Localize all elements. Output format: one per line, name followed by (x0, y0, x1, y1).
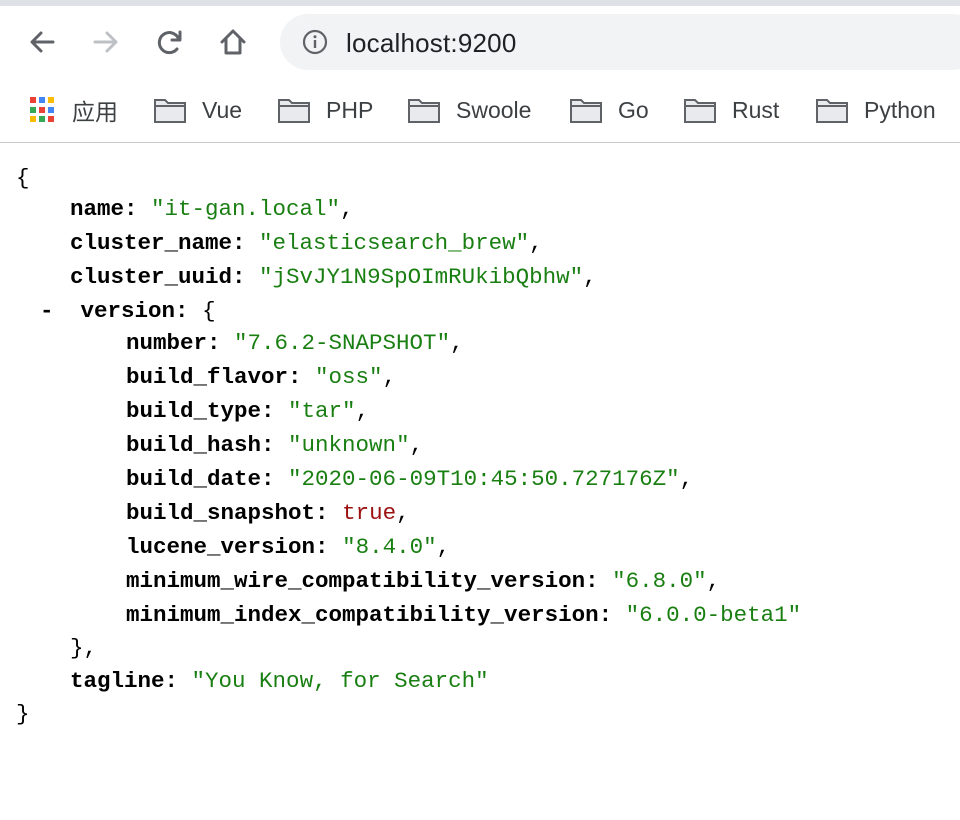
bookmark-label: Vue (202, 96, 243, 123)
info-icon[interactable] (302, 29, 328, 55)
json-row-version: - version: { (40, 298, 216, 324)
json-key: build_flavor: (126, 364, 302, 390)
bookmark-folder-vue[interactable]: Vue (154, 94, 242, 126)
bookmark-label: Python (864, 96, 936, 123)
json-string-value: "it-gan.local" (151, 196, 341, 222)
json-key: cluster_uuid: (70, 264, 246, 290)
json-key: build_date: (126, 466, 275, 492)
bookmark-label: Swoole (456, 96, 532, 123)
json-string-value: "jSvJY1N9SpOImRUkibQbhw" (259, 264, 584, 290)
bookmarks-bar: 应用 Vue PHP Swoole Go Rust Python (0, 82, 960, 143)
json-row-build-flavor: build_flavor: "oss", (126, 364, 397, 390)
json-row-build-hash: build_hash: "unknown", (126, 432, 424, 458)
collapse-toggle[interactable]: - (40, 298, 54, 324)
json-string-value: "2020-06-09T10:45:50.727176Z" (288, 466, 680, 492)
json-key: build_hash: (126, 432, 275, 458)
json-row-min-index: minimum_index_compatibility_version: "6.… (126, 600, 801, 630)
json-row-build-snapshot: build_snapshot: true, (126, 500, 410, 526)
json-key: build_snapshot: (126, 500, 329, 526)
forward-button[interactable] (88, 24, 124, 60)
json-row-build-date: build_date: "2020-06-09T10:45:50.727176Z… (126, 466, 694, 492)
json-key: minimum_wire_compatibility_version: (126, 568, 599, 594)
json-string-value: "8.4.0" (342, 534, 437, 560)
apps-grid-icon (30, 97, 56, 123)
json-boolean-value: true (342, 500, 397, 526)
reload-icon (157, 30, 182, 55)
bookmark-folder-rust[interactable]: Rust (684, 94, 779, 126)
browser-toolbar: localhost:9200 (0, 6, 960, 82)
json-string-value: "6.8.0" (612, 568, 707, 594)
json-string-value: "You Know, for Search" (191, 668, 489, 694)
json-string-value: "unknown" (288, 432, 410, 458)
forward-arrow-icon (93, 31, 118, 53)
folder-icon (684, 99, 716, 123)
bookmark-label: Go (618, 96, 649, 123)
bookmark-folder-go[interactable]: Go (570, 94, 649, 126)
json-string-value: "6.0.0-beta1" (625, 602, 802, 628)
folder-icon (570, 99, 602, 123)
json-string-value: "tar" (288, 398, 356, 424)
reload-button[interactable] (152, 24, 188, 60)
json-row-cluster-name: cluster_name: "elasticsearch_brew", (70, 230, 543, 256)
json-row-name: name: "it-gan.local", (70, 196, 354, 222)
json-close-brace: } (16, 701, 30, 727)
json-viewer: { name: "it-gan.local", cluster_name: "e… (0, 143, 960, 820)
bookmark-label: Rust (732, 96, 780, 123)
url-text[interactable]: localhost:9200 (346, 28, 516, 59)
json-key: build_type: (126, 398, 275, 424)
bookmark-folder-python[interactable]: Python (816, 94, 936, 126)
json-row-lucene-version: lucene_version: "8.4.0", (126, 534, 451, 560)
json-key: version: (80, 298, 189, 324)
json-version-close: }, (70, 635, 98, 661)
json-key: number: (126, 330, 221, 356)
back-arrow-icon (30, 31, 55, 53)
bookmark-folder-php[interactable]: PHP (278, 94, 373, 126)
back-button[interactable] (24, 24, 60, 60)
home-icon (220, 29, 246, 55)
folder-icon (154, 99, 186, 123)
json-row-tagline: tagline: "You Know, for Search" (70, 666, 489, 696)
folder-icon (816, 99, 848, 123)
json-key: tagline: (70, 668, 179, 694)
home-button[interactable] (215, 24, 251, 60)
json-key: name: (70, 196, 138, 222)
json-row-number: number: "7.6.2-SNAPSHOT", (126, 330, 464, 356)
json-string-value: "elasticsearch_brew" (259, 230, 530, 256)
json-row-cluster-uuid: cluster_uuid: "jSvJY1N9SpOImRUkibQbhw", (70, 264, 597, 290)
bookmark-label: PHP (326, 96, 374, 123)
bookmark-folder-swoole[interactable]: Swoole (408, 94, 531, 126)
folder-icon (278, 99, 310, 123)
json-row-min-wire: minimum_wire_compatibility_version: "6.8… (126, 568, 721, 594)
json-string-value: "oss" (315, 364, 383, 390)
bookmark-apps-label: 应用 (72, 99, 118, 125)
json-key: minimum_index_compatibility_version: (126, 602, 613, 628)
json-row-build-type: build_type: "tar", (126, 398, 370, 424)
address-bar[interactable]: localhost:9200 (280, 14, 960, 70)
json-key: cluster_name: (70, 230, 246, 256)
json-string-value: "7.6.2-SNAPSHOT" (234, 330, 451, 356)
bookmark-apps[interactable]: 应用 (30, 94, 118, 126)
json-open-brace: { (16, 165, 30, 191)
folder-icon (408, 99, 440, 123)
json-key: lucene_version: (126, 534, 329, 560)
